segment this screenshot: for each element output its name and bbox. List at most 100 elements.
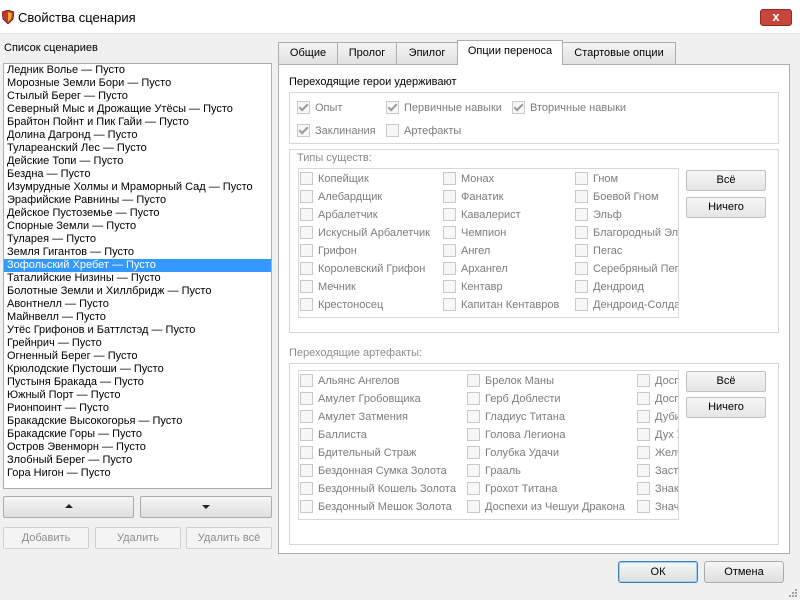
scenario-list-item[interactable]: Туларея — Пусто [4,233,271,246]
artifact-checkbox[interactable]: Знак Ордена [637,481,678,497]
artifact-checkbox[interactable]: Желчная Стрела [637,445,678,461]
artifact-checkbox[interactable]: Бдительный Страж [300,445,416,461]
scenario-list-item[interactable]: Таталийские Низины — Пусто [4,272,271,285]
artifact-checkbox[interactable]: Грааль [467,463,521,479]
artifact-checkbox[interactable]: Дубина Огра [637,409,678,425]
creature-type-checkbox[interactable]: Фанатик [443,189,503,205]
hero-option-artifacts[interactable]: Артефакты [386,123,461,139]
scenario-list-item[interactable]: Бракадские Горы — Пусто [4,428,271,441]
creature-type-checkbox[interactable]: Мечник [300,279,356,295]
artifact-checkbox[interactable]: Баллиста [300,427,367,443]
scenario-list-item[interactable]: Зофольский Хребет — Пусто [4,259,271,272]
tab-carry-options[interactable]: Опции переноса [457,40,563,65]
scenario-list-item[interactable]: Рионпоинт — Пусто [4,402,271,415]
scenario-list-item[interactable]: Майнвелл — Пусто [4,311,271,324]
creature-type-checkbox[interactable]: Королевский Грифон [300,261,425,277]
hero-option-spells[interactable]: Заклинания [297,123,376,139]
scenario-list-item[interactable]: Бездна — Пусто [4,168,271,181]
close-window-button[interactable]: x [760,9,792,26]
remove-all-scenarios-button[interactable]: Удалить всё [186,527,272,549]
artifacts-select-none-button[interactable]: Ничего [686,397,766,418]
ok-button[interactable]: ОК [618,561,698,583]
scenario-list-item[interactable]: Дейские Топи — Пусто [4,155,271,168]
artifacts-select-all-button[interactable]: Всё [686,371,766,392]
scenario-list-item[interactable]: Эрафийские Равнины — Пусто [4,194,271,207]
artifact-checkbox[interactable]: Доспехи из Чешуи Дракона [467,499,625,515]
scenario-list-item[interactable]: Остров Эвенморн — Пусто [4,441,271,454]
artifact-checkbox[interactable]: Значок Отваги [637,499,678,515]
creatures-select-all-button[interactable]: Всё [686,170,766,191]
creature-type-checkbox[interactable]: Монах [443,171,494,187]
scenario-list-item[interactable]: Авонтнелл — Пусто [4,298,271,311]
scenario-list-item[interactable]: Тулареанский Лес — Пусто [4,142,271,155]
scenario-list-item[interactable]: Грейнрич — Пусто [4,337,271,350]
scenario-list-item[interactable]: Болотные Земли и Хиллбридж — Пусто [4,285,271,298]
cancel-button[interactable]: Отмена [704,561,784,583]
remove-scenario-button[interactable]: Удалить [95,527,181,549]
add-scenario-button[interactable]: Добавить [3,527,89,549]
artifact-checkbox[interactable]: Голубка Удачи [467,445,559,461]
creature-type-checkbox[interactable]: Арбалетчик [300,207,378,223]
artifact-checkbox[interactable]: Амулет Гробовщика [300,391,421,407]
hero-option-experience[interactable]: Опыт [297,100,342,116]
artifact-checkbox[interactable]: Грохот Титана [467,481,557,497]
scenario-list-item[interactable]: Земля Гигантов — Пусто [4,246,271,259]
creature-type-checkbox[interactable]: Ангел [443,243,490,259]
artifact-checkbox[interactable]: Доспехи Чудовищ [637,391,678,407]
scenario-list-item[interactable]: Ледник Волье — Пусто [4,64,271,77]
scenario-list-item[interactable]: Морозные Земли Бори — Пусто [4,77,271,90]
resize-grip-icon[interactable] [786,586,798,598]
scenario-list-item[interactable]: Огненный Берег — Пусто [4,350,271,363]
scenario-list-item[interactable]: Бракадские Высокогорья — Пусто [4,415,271,428]
scenario-list-item[interactable]: Брайтон Пойнт и Пик Гайи — Пусто [4,116,271,129]
artifact-checkbox[interactable]: Гладиус Титана [467,409,565,425]
creature-type-checkbox[interactable]: Алебардщик [300,189,382,205]
creature-type-checkbox[interactable]: Копейщик [300,171,369,187]
creature-type-checkbox[interactable]: Гном [575,171,618,187]
creature-type-checkbox[interactable]: Эльф [575,207,622,223]
creature-type-checkbox[interactable]: Архангел [443,261,508,277]
creature-type-checkbox[interactable]: Дендроид-Солдат [575,297,678,313]
scenario-list-item[interactable]: Долина Дагронд — Пусто [4,129,271,142]
move-down-button[interactable] [140,496,272,518]
creature-type-checkbox[interactable]: Дендроид [575,279,644,295]
creature-type-checkbox[interactable]: Кентавр [443,279,503,295]
artifact-checkbox[interactable]: Альянс Ангелов [300,373,400,389]
artifact-checkbox[interactable]: Бездонный Мешок Золота [300,499,452,515]
tab-prologue[interactable]: Пролог [337,42,397,64]
tab-start-options[interactable]: Стартовые опции [562,42,676,64]
scenario-list-item[interactable]: Утёс Грифонов и Баттлстэд — Пусто [4,324,271,337]
creature-type-checkbox[interactable]: Чемпион [443,225,506,241]
artifact-checkbox[interactable]: Бездонная Сумка Золота [300,463,447,479]
artifact-checkbox[interactable]: Бездонный Кошель Золота [300,481,456,497]
scenario-list-item[interactable]: Гора Нигон — Пусто [4,467,271,480]
creature-type-checkbox[interactable]: Грифон [300,243,357,259]
creature-type-checkbox[interactable]: Пегас [575,243,622,259]
artifact-checkbox[interactable]: Герб Доблести [467,391,561,407]
artifact-checkbox[interactable]: Застёжка Отваги [637,463,678,479]
creature-type-checkbox[interactable]: Серебряный Пегас [575,261,678,277]
scenario-list-item[interactable]: Крюлодские Пустоши — Пусто [4,363,271,376]
scenario-list-item[interactable]: Северный Мыс и Дрожащие Утёсы — Пусто [4,103,271,116]
scenario-list-item[interactable]: Пустыня Бракада — Пусто [4,376,271,389]
scenario-list-item[interactable]: Изумрудные Холмы и Мраморный Сад — Пусто [4,181,271,194]
scenario-list-item[interactable]: Злобный Берег — Пусто [4,454,271,467]
artifact-checkbox[interactable]: Амулет Затмения [300,409,408,425]
tab-general[interactable]: Общие [278,42,338,64]
hero-option-primary-skills[interactable]: Первичные навыки [386,100,502,116]
creature-type-checkbox[interactable]: Крестоносец [300,297,383,313]
creature-type-checkbox[interactable]: Боевой Гном [575,189,659,205]
scenario-list-item[interactable]: Дейское Пустоземье — Пусто [4,207,271,220]
artifact-checkbox[interactable]: Голова Легиона [467,427,565,443]
scenario-listbox[interactable]: Ледник Волье — Пусто Морозные Земли Бори … [3,63,272,489]
creature-type-checkbox[interactable]: Кавалерист [443,207,521,223]
move-up-button[interactable] [3,496,134,518]
tab-epilogue[interactable]: Эпилог [396,42,458,64]
artifact-checkbox[interactable]: Дух Угнетения [637,427,678,443]
creature-type-checkbox[interactable]: Благородный Эльф [575,225,678,241]
scenario-list-item[interactable]: Южный Порт — Пусто [4,389,271,402]
artifact-checkbox[interactable]: Доспехи Проклятого [637,373,678,389]
creature-type-checkbox[interactable]: Искусный Арбалетчик [300,225,430,241]
creature-type-checkbox[interactable]: Капитан Кентавров [443,297,559,313]
hero-option-secondary-skills[interactable]: Вторичные навыки [512,100,626,116]
